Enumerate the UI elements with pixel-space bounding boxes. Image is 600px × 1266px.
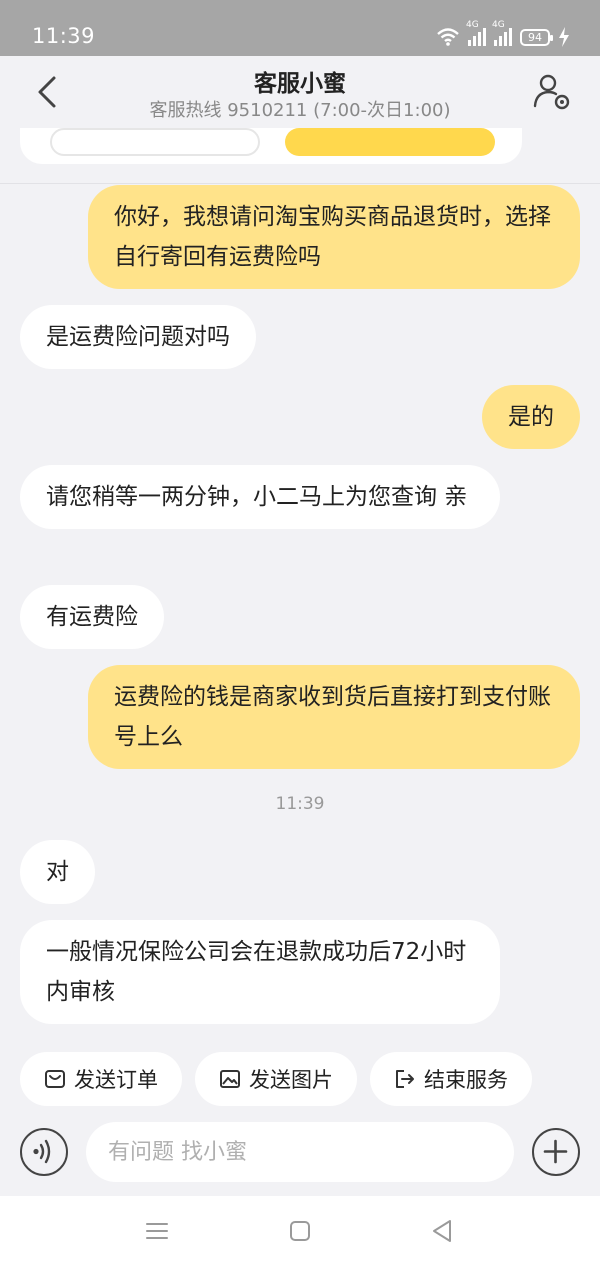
page-title: 客服小蜜 [254, 71, 346, 97]
service-hotline: 客服热线 9510211 (7:00-次日1:00) [149, 100, 451, 121]
partial-card [20, 128, 522, 164]
message-bubble-incoming[interactable]: 一般情况保险公司会在退款成功后72小时内审核 [20, 920, 500, 1024]
plus-icon [543, 1139, 568, 1164]
menu-button[interactable] [142, 1216, 172, 1246]
system-nav-bar [0, 1196, 600, 1266]
status-bar: 11:39 4G 4G 94 [0, 0, 600, 56]
send-order-button[interactable]: 发送订单 [20, 1052, 182, 1106]
user-settings-button[interactable] [530, 70, 574, 114]
message-bubble-incoming[interactable]: 对 [20, 840, 95, 904]
user-settings-icon [533, 74, 570, 110]
card-button-primary[interactable] [285, 128, 495, 156]
network-type-2: 4G [492, 20, 505, 30]
message-timestamp: 11:39 [275, 794, 325, 814]
home-button[interactable] [285, 1216, 315, 1246]
image-icon [220, 1070, 240, 1088]
order-icon [45, 1070, 65, 1088]
back-triangle-icon [433, 1220, 451, 1242]
message-bubble-outgoing[interactable]: 是的 [482, 385, 580, 449]
signal-icon: 4G [466, 20, 486, 46]
signal-icon: 4G [492, 20, 512, 46]
voice-icon [33, 1139, 51, 1164]
message-bubble-outgoing[interactable]: 运费险的钱是商家收到货后直接打到支付账号上么 [88, 665, 580, 769]
voice-button[interactable] [20, 1128, 68, 1176]
more-button[interactable] [532, 1128, 580, 1176]
quick-actions: 发送订单 发送图片 结束服务 [0, 1052, 600, 1108]
end-service-label: 结束服务 [424, 1068, 508, 1092]
chat-header: 客服小蜜 客服热线 9510211 (7:00-次日1:00) [0, 56, 600, 184]
send-order-label: 发送订单 [74, 1068, 158, 1092]
send-image-button[interactable]: 发送图片 [195, 1052, 357, 1106]
home-icon [290, 1221, 310, 1241]
status-icons: 4G 4G 94 [436, 20, 570, 50]
status-time: 11:39 [32, 24, 96, 48]
input-bar [0, 1116, 600, 1196]
message-bubble-outgoing[interactable]: 你好，我想请问淘宝购买商品退货时，选择自行寄回有运费险吗 [88, 185, 580, 289]
wifi-icon [436, 27, 460, 47]
card-button-outline[interactable] [50, 128, 260, 156]
battery-icon: 94 [520, 28, 553, 46]
menu-icon [146, 1223, 168, 1239]
end-service-button[interactable]: 结束服务 [370, 1052, 532, 1106]
message-bubble-incoming[interactable]: 有运费险 [20, 585, 164, 649]
exit-icon [396, 1070, 414, 1088]
nav-back-button[interactable] [428, 1216, 458, 1246]
message-input[interactable] [86, 1122, 514, 1182]
charging-icon [558, 27, 570, 47]
network-type-1: 4G [466, 20, 479, 30]
message-bubble-incoming[interactable]: 请您稍等一两分钟，小二马上为您查询 亲 [20, 465, 500, 529]
chat-area[interactable]: 你好，我想请问淘宝购买商品退货时，选择自行寄回有运费险吗 是运费险问题对吗 是的… [0, 128, 600, 1040]
send-image-label: 发送图片 [249, 1068, 333, 1092]
message-bubble-incoming[interactable]: 是运费险问题对吗 [20, 305, 256, 369]
